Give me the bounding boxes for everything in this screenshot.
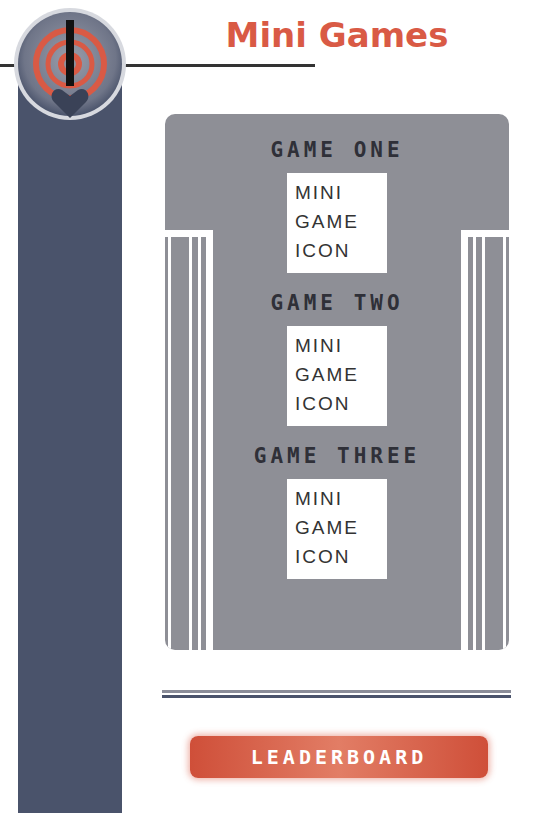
icon-label: MINI [295, 332, 379, 359]
game-item[interactable]: GAME ONE MINIGAMEICON [270, 135, 403, 273]
game-icon[interactable]: MINIGAMEICON [287, 173, 387, 273]
games-panel: GAME ONEMINIGAMEICONGAME TWOMINIGAMEICON… [165, 114, 509, 650]
left-stripe [165, 230, 213, 650]
game-icon[interactable]: MINIGAMEICON [287, 326, 387, 426]
separator-line [162, 695, 511, 698]
separator [162, 690, 511, 698]
icon-label: ICON [295, 543, 379, 570]
leaderboard-button[interactable]: LEADERBOARD [190, 736, 488, 778]
sidebar [18, 60, 122, 813]
game-title[interactable]: GAME TWO [270, 288, 403, 318]
games-list: GAME ONEMINIGAMEICONGAME TWOMINIGAMEICON… [213, 114, 461, 650]
icon-label: MINI [295, 179, 379, 206]
icon-label: GAME [295, 361, 379, 388]
target-logo-icon[interactable] [10, 6, 130, 126]
icon-label: ICON [295, 390, 379, 417]
separator-line [162, 690, 511, 693]
main-area: Mini GamesGAME ONEMINIGAMEICONGAME TWOMI… [165, 0, 509, 813]
game-title[interactable]: GAME ONE [270, 135, 403, 165]
icon-label: MINI [295, 485, 379, 512]
game-icon[interactable]: MINIGAMEICON [287, 479, 387, 579]
page-title: Mini Games [165, 0, 509, 70]
game-item[interactable]: GAME TWO MINIGAMEICON [270, 288, 403, 426]
icon-label: ICON [295, 237, 379, 264]
game-item[interactable]: GAME THREE MINIGAMEICON [254, 441, 420, 579]
game-title[interactable]: GAME THREE [254, 441, 420, 471]
icon-label: GAME [295, 208, 379, 235]
right-stripe [461, 230, 509, 650]
icon-label: GAME [295, 514, 379, 541]
